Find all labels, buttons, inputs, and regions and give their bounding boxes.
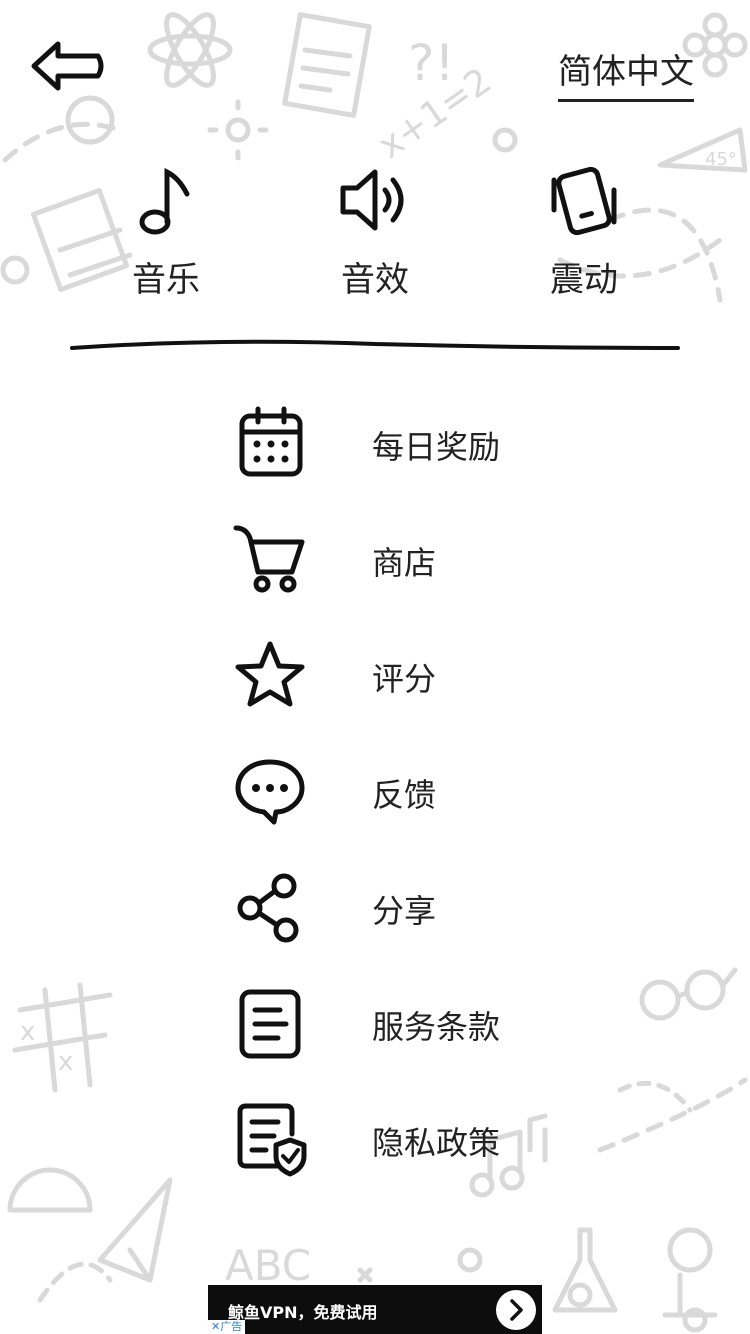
back-button[interactable] [28, 36, 108, 96]
document-icon [239, 989, 301, 1059]
sound-effects-toggle-label: 音效 [341, 260, 409, 300]
music-toggle-label: 音乐 [132, 260, 200, 300]
menu-item-label: 评分 [372, 660, 437, 698]
menu-item-feedback[interactable]: 反馈 [230, 752, 570, 842]
shopping-cart-icon [233, 525, 305, 593]
menu-item-label: 分享 [372, 892, 437, 930]
svg-text:ABC: ABC [225, 1241, 311, 1290]
ad-text: 鲸鱼VPN，免费试用 [228, 1303, 378, 1322]
vibration-toggle[interactable]: 震动 [514, 160, 654, 310]
music-toggle[interactable]: 音乐 [96, 160, 236, 310]
music-note-icon [139, 167, 190, 235]
menu-item-rate[interactable]: 评分 [230, 636, 570, 726]
menu-item-shop[interactable]: 商店 [230, 520, 570, 610]
ad-open-button[interactable] [496, 1290, 536, 1330]
sound-effects-toggle[interactable]: 音效 [305, 160, 445, 310]
chevron-right-icon [510, 1299, 523, 1321]
back-arrow-icon [31, 41, 104, 91]
star-icon [235, 641, 305, 707]
menu-item-privacy[interactable]: 隐私政策 [230, 1100, 570, 1190]
svg-text:x: x [58, 1047, 73, 1077]
chat-bubble-icon [235, 759, 305, 825]
menu-item-label: 反馈 [372, 776, 437, 814]
vibration-icon [551, 166, 617, 236]
menu-item-label: 每日奖励 [372, 428, 501, 466]
vibration-toggle-label: 震动 [550, 260, 618, 300]
privacy-shield-icon [237, 1103, 307, 1177]
sound-toggles: 音乐 音效 震动 [0, 160, 750, 320]
divider [70, 339, 680, 350]
menu-item-label: 服务条款 [372, 1008, 501, 1046]
menu-item-label: 商店 [372, 544, 437, 582]
ad-close-button[interactable]: ✕广告 [208, 1320, 246, 1334]
share-icon [237, 873, 299, 943]
speaker-icon [340, 169, 404, 231]
menu-item-daily-reward[interactable]: 每日奖励 [230, 404, 570, 494]
menu-item-terms[interactable]: 服务条款 [230, 984, 570, 1074]
menu-item-share[interactable]: 分享 [230, 868, 570, 958]
calendar-icon [239, 406, 303, 477]
svg-text:x: x [20, 1017, 35, 1047]
ad-banner[interactable]: 鲸鱼VPN，免费试用 ✕广告 [208, 1285, 542, 1334]
language-selector[interactable]: 简体中文 [558, 44, 694, 102]
menu-item-label: 隐私政策 [372, 1124, 501, 1162]
